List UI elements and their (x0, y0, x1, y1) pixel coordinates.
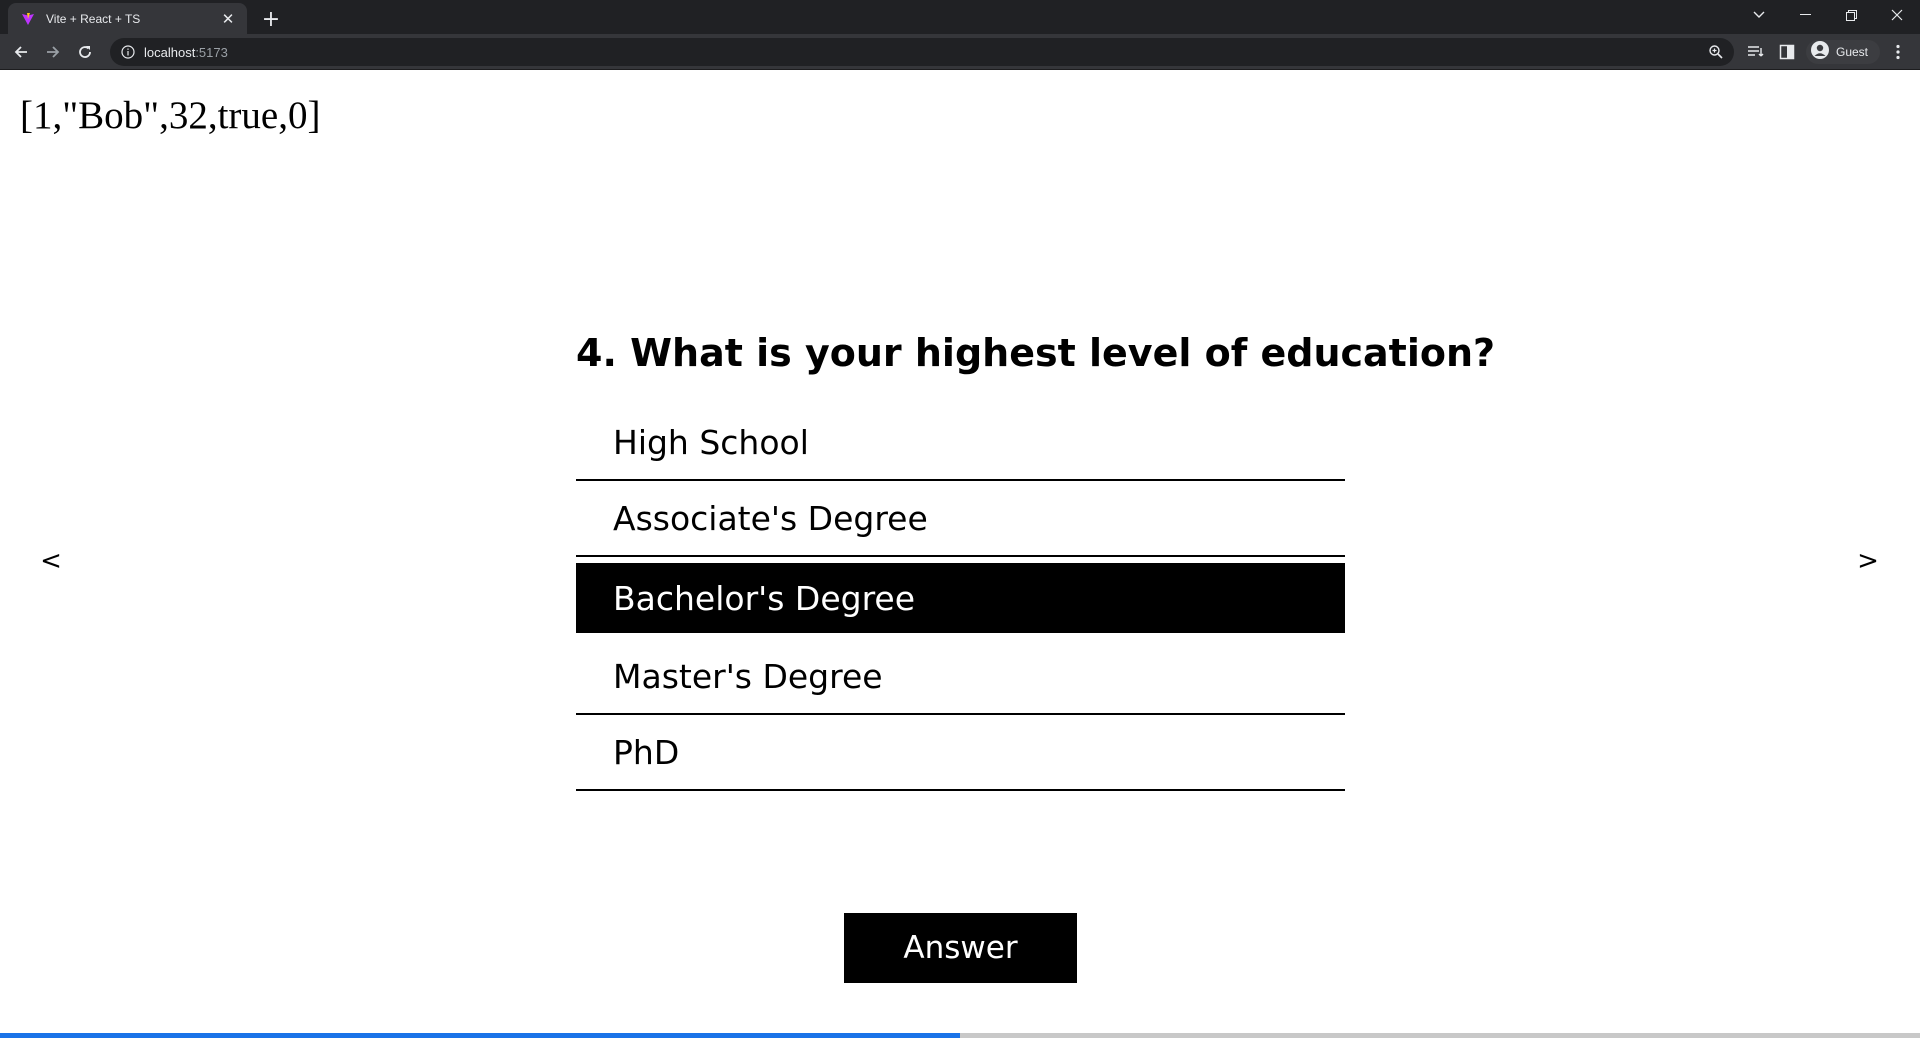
close-window-icon[interactable] (1874, 0, 1920, 30)
option-item[interactable]: Master's Degree (576, 639, 1345, 715)
new-tab-icon[interactable]: + (258, 6, 284, 32)
address-bar[interactable]: localhost:5173 (110, 38, 1734, 66)
prev-question-button[interactable]: < (31, 541, 71, 581)
menu-icon[interactable] (1888, 42, 1908, 62)
progress-fill (0, 1033, 960, 1038)
option-label: Associate's Degree (613, 498, 928, 538)
restore-icon[interactable] (1828, 0, 1874, 30)
url-host: localhost (144, 44, 196, 60)
option-item-selected[interactable]: Bachelor's Degree (576, 563, 1345, 633)
option-item[interactable]: Associate's Degree (576, 481, 1345, 557)
browser-tabstrip: Vite + React + TS ✕ + (0, 0, 1920, 34)
side-panel-icon[interactable] (1777, 42, 1797, 62)
close-tab-icon[interactable]: ✕ (219, 10, 237, 28)
option-item[interactable]: PhD (576, 715, 1345, 791)
next-question-button[interactable]: > (1848, 541, 1888, 581)
options-list: High School Associate's Degree Bachelor's … (576, 405, 1345, 791)
profile-label: Guest (1836, 45, 1869, 59)
option-label: Bachelor's Degree (613, 578, 916, 618)
question-title: 4. What is your highest level of educati… (576, 331, 1496, 375)
option-label: PhD (613, 732, 680, 772)
back-icon[interactable] (7, 38, 35, 66)
profile-button[interactable]: Guest (1806, 40, 1880, 64)
vite-logo-icon (20, 11, 36, 27)
browser-tab[interactable]: Vite + React + TS ✕ (8, 3, 247, 34)
reading-list-icon[interactable] (1746, 42, 1766, 62)
url-port: :5173 (195, 44, 228, 60)
reload-icon[interactable] (71, 38, 99, 66)
zoom-icon[interactable] (1708, 44, 1724, 60)
option-label: High School (613, 422, 809, 462)
minimize-icon[interactable] (1782, 0, 1828, 30)
option-label: Master's Degree (613, 656, 883, 696)
answer-button[interactable]: Answer (844, 913, 1077, 983)
tab-search-icon[interactable] (1736, 0, 1782, 30)
browser-toolbar: localhost:5173 Guest (0, 34, 1920, 70)
progress-bar (0, 1033, 1920, 1038)
site-info-icon[interactable] (120, 44, 136, 60)
forward-icon[interactable] (39, 38, 67, 66)
state-dump-text: [1,"Bob",32,true,0] (20, 94, 321, 137)
option-item[interactable]: High School (576, 405, 1345, 481)
avatar-icon (1810, 40, 1830, 64)
tab-title: Vite + React + TS (46, 11, 141, 26)
page-content: [1,"Bob",32,true,0] < > 4. What is your … (0, 71, 1920, 1040)
